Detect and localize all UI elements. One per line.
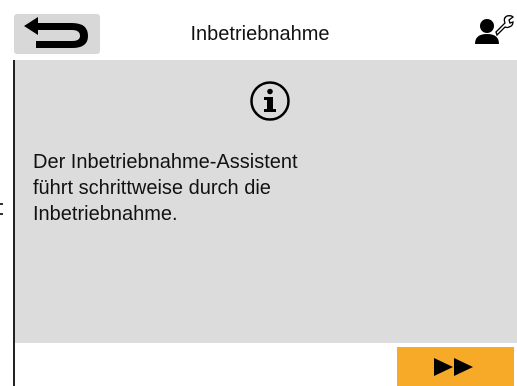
commissioning-screen: Inbetriebnahme Der Inbetriebnahme-Assist… — [0, 0, 517, 386]
info-message: Der Inbetriebnahme-Assistent führt schri… — [33, 151, 298, 225]
back-arrow-icon — [24, 17, 88, 48]
footer-divider — [15, 343, 517, 344]
service-user-wrench-icon — [475, 15, 514, 44]
edge-tick — [0, 213, 3, 215]
next-button[interactable] — [397, 347, 514, 386]
fast-forward-icon — [434, 358, 473, 376]
back-button[interactable] — [14, 14, 100, 54]
page-title: Inbetriebnahme — [190, 23, 330, 45]
content-panel: Der Inbetriebnahme-Assistent führt schri… — [15, 60, 517, 343]
service-user-icon[interactable] — [474, 14, 514, 48]
info-icon — [250, 81, 290, 121]
edge-tick — [0, 203, 3, 205]
